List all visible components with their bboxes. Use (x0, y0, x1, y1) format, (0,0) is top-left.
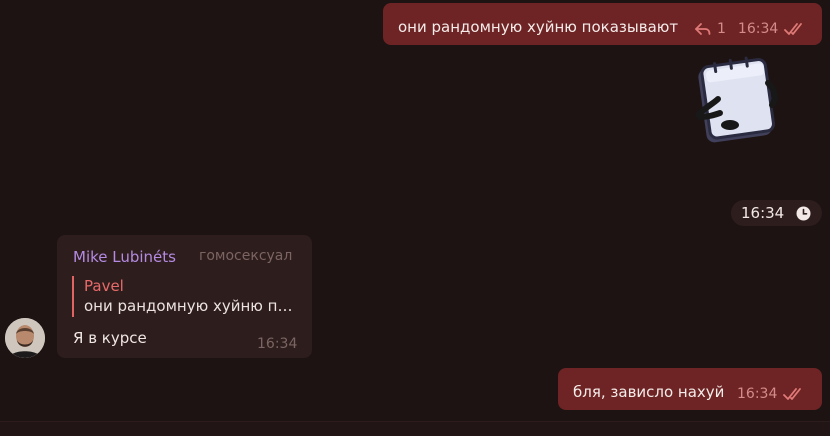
sticker-time-badge: 16:34 (731, 200, 822, 226)
quote-text: они рандомную хуйню показывают (84, 297, 297, 315)
double-check-icon (783, 387, 805, 401)
composer-edge (0, 421, 830, 436)
reply-quote[interactable]: Pavel они рандомную хуйню показывают (72, 276, 297, 317)
clock-icon (796, 206, 811, 221)
notepad-sticker[interactable] (690, 55, 782, 147)
avatar[interactable] (5, 318, 45, 358)
message-meta: 1 16:34 (694, 21, 806, 37)
message-text: Я в курсе (73, 329, 147, 347)
message-text: бля, зависло нахуй (573, 383, 725, 401)
outgoing-message[interactable]: бля, зависло нахуй 16:34 (558, 368, 822, 410)
reply-arrow-icon[interactable] (694, 22, 711, 36)
reply-count[interactable]: 1 (717, 21, 726, 37)
outgoing-message[interactable]: они рандомную хуйню показывают 1 16:34 (383, 3, 822, 45)
message-time: 16:34 (741, 204, 785, 222)
double-check-icon (784, 22, 806, 36)
sender-title: гомосексуал (199, 248, 293, 264)
message-time: 16:34 (737, 21, 779, 37)
incoming-message[interactable]: Mike Lubinéts гомосексуал Pavel они ранд… (57, 235, 312, 358)
message-text: они рандомную хуйню показывают (398, 18, 679, 36)
message-time: 16:34 (257, 336, 298, 352)
message-meta: 16:34 (737, 386, 805, 402)
sender-name[interactable]: Mike Lubinéts (73, 248, 176, 266)
chat-history[interactable]: они рандомную хуйню показывают 1 16:34 1… (0, 0, 830, 422)
message-time: 16:34 (737, 386, 778, 402)
quote-author: Pavel (84, 277, 124, 295)
